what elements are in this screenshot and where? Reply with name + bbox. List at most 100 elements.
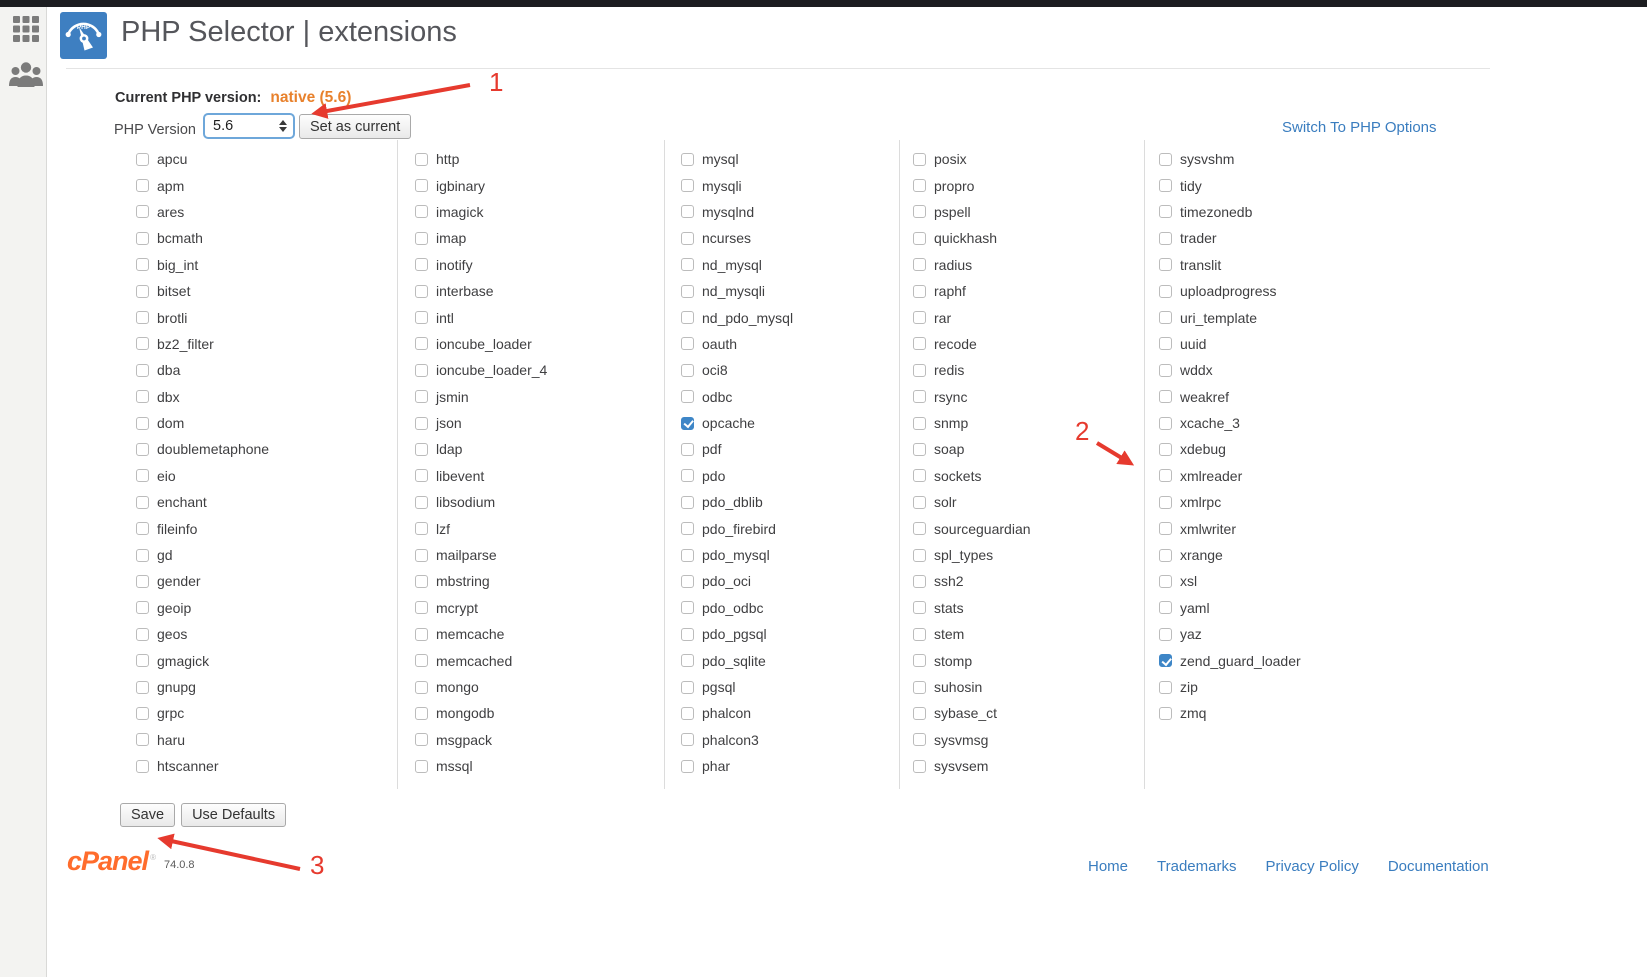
extension-checkbox-pdf[interactable] xyxy=(681,443,694,456)
extension-toggle-zmq[interactable]: zmq xyxy=(1159,705,1206,721)
extension-toggle-pgsql[interactable]: pgsql xyxy=(681,679,735,695)
extension-toggle-gender[interactable]: gender xyxy=(136,573,201,589)
extension-toggle-phar[interactable]: phar xyxy=(681,758,730,774)
extension-toggle-htscanner[interactable]: htscanner xyxy=(136,758,218,774)
extension-checkbox-pdo_firebird[interactable] xyxy=(681,522,694,535)
extension-checkbox-odbc[interactable] xyxy=(681,390,694,403)
extension-toggle-libevent[interactable]: libevent xyxy=(415,468,484,484)
extension-toggle-dom[interactable]: dom xyxy=(136,415,184,431)
footer-link-documentation[interactable]: Documentation xyxy=(1388,858,1489,875)
extension-checkbox-eio[interactable] xyxy=(136,469,149,482)
extension-checkbox-timezonedb[interactable] xyxy=(1159,205,1172,218)
extension-checkbox-stats[interactable] xyxy=(913,601,926,614)
extension-checkbox-weakref[interactable] xyxy=(1159,390,1172,403)
extension-checkbox-xcache_3[interactable] xyxy=(1159,417,1172,430)
extension-checkbox-dba[interactable] xyxy=(136,364,149,377)
extension-toggle-translit[interactable]: translit xyxy=(1159,257,1221,273)
extension-toggle-opcache[interactable]: opcache xyxy=(681,415,755,431)
extension-toggle-enchant[interactable]: enchant xyxy=(136,494,207,510)
extension-checkbox-interbase[interactable] xyxy=(415,285,428,298)
extension-checkbox-fileinfo[interactable] xyxy=(136,522,149,535)
footer-link-home[interactable]: Home xyxy=(1088,858,1128,875)
extension-checkbox-haru[interactable] xyxy=(136,733,149,746)
extension-toggle-intl[interactable]: intl xyxy=(415,310,454,326)
extension-checkbox-mcrypt[interactable] xyxy=(415,601,428,614)
extension-toggle-sybase_ct[interactable]: sybase_ct xyxy=(913,705,997,721)
extension-checkbox-xsl[interactable] xyxy=(1159,575,1172,588)
extension-checkbox-yaz[interactable] xyxy=(1159,628,1172,641)
extension-toggle-uri_template[interactable]: uri_template xyxy=(1159,310,1257,326)
extension-checkbox-quickhash[interactable] xyxy=(913,232,926,245)
extension-checkbox-ssh2[interactable] xyxy=(913,575,926,588)
extension-checkbox-uploadprogress[interactable] xyxy=(1159,285,1172,298)
extension-checkbox-apcu[interactable] xyxy=(136,153,149,166)
extension-toggle-apm[interactable]: apm xyxy=(136,178,184,194)
extension-toggle-solr[interactable]: solr xyxy=(913,494,957,510)
extension-toggle-oci8[interactable]: oci8 xyxy=(681,362,728,378)
extension-checkbox-sysvsem[interactable] xyxy=(913,760,926,773)
extension-checkbox-grpc[interactable] xyxy=(136,707,149,720)
extension-toggle-mysqlnd[interactable]: mysqlnd xyxy=(681,204,754,220)
extension-checkbox-xrange[interactable] xyxy=(1159,549,1172,562)
extension-toggle-mysql[interactable]: mysql xyxy=(681,151,739,167)
extension-toggle-sysvmsg[interactable]: sysvmsg xyxy=(913,732,988,748)
extension-checkbox-mssql[interactable] xyxy=(415,760,428,773)
extension-checkbox-sockets[interactable] xyxy=(913,469,926,482)
extension-toggle-tidy[interactable]: tidy xyxy=(1159,178,1202,194)
extension-toggle-raphf[interactable]: raphf xyxy=(913,283,966,299)
extension-toggle-xmlrpc[interactable]: xmlrpc xyxy=(1159,494,1221,510)
extension-checkbox-nd_pdo_mysql[interactable] xyxy=(681,311,694,324)
extension-checkbox-memcache[interactable] xyxy=(415,628,428,641)
extension-checkbox-phalcon[interactable] xyxy=(681,707,694,720)
extension-checkbox-mongo[interactable] xyxy=(415,681,428,694)
extension-toggle-inotify[interactable]: inotify xyxy=(415,257,473,273)
extension-toggle-yaz[interactable]: yaz xyxy=(1159,626,1202,642)
extension-checkbox-ncurses[interactable] xyxy=(681,232,694,245)
footer-link-privacy-policy[interactable]: Privacy Policy xyxy=(1265,858,1358,875)
extension-checkbox-memcached[interactable] xyxy=(415,654,428,667)
extension-checkbox-rar[interactable] xyxy=(913,311,926,324)
extension-toggle-mbstring[interactable]: mbstring xyxy=(415,573,490,589)
extension-checkbox-trader[interactable] xyxy=(1159,232,1172,245)
extension-toggle-jsmin[interactable]: jsmin xyxy=(415,389,469,405)
extension-checkbox-bcmath[interactable] xyxy=(136,232,149,245)
extension-checkbox-oci8[interactable] xyxy=(681,364,694,377)
extension-toggle-apcu[interactable]: apcu xyxy=(136,151,187,167)
extension-toggle-stem[interactable]: stem xyxy=(913,626,964,642)
extension-checkbox-mbstring[interactable] xyxy=(415,575,428,588)
extension-toggle-xrange[interactable]: xrange xyxy=(1159,547,1223,563)
extension-checkbox-dom[interactable] xyxy=(136,417,149,430)
extension-toggle-sysvshm[interactable]: sysvshm xyxy=(1159,151,1234,167)
extension-checkbox-stomp[interactable] xyxy=(913,654,926,667)
extension-checkbox-pdo_odbc[interactable] xyxy=(681,601,694,614)
extension-toggle-recode[interactable]: recode xyxy=(913,336,977,352)
extension-checkbox-uri_template[interactable] xyxy=(1159,311,1172,324)
extension-checkbox-xdebug[interactable] xyxy=(1159,443,1172,456)
extension-checkbox-libevent[interactable] xyxy=(415,469,428,482)
extension-checkbox-sourceguardian[interactable] xyxy=(913,522,926,535)
extension-toggle-igbinary[interactable]: igbinary xyxy=(415,178,485,194)
extension-toggle-rsync[interactable]: rsync xyxy=(913,389,967,405)
extension-checkbox-stem[interactable] xyxy=(913,628,926,641)
switch-to-php-options-link[interactable]: Switch To PHP Options xyxy=(1282,119,1437,136)
extension-toggle-xdebug[interactable]: xdebug xyxy=(1159,441,1226,457)
extension-toggle-phalcon3[interactable]: phalcon3 xyxy=(681,732,759,748)
extension-checkbox-snmp[interactable] xyxy=(913,417,926,430)
extension-toggle-yaml[interactable]: yaml xyxy=(1159,600,1210,616)
extension-checkbox-xmlreader[interactable] xyxy=(1159,469,1172,482)
extension-checkbox-nd_mysqli[interactable] xyxy=(681,285,694,298)
extension-toggle-msgpack[interactable]: msgpack xyxy=(415,732,492,748)
extension-toggle-interbase[interactable]: interbase xyxy=(415,283,494,299)
extension-toggle-nd_mysqli[interactable]: nd_mysqli xyxy=(681,283,765,299)
extension-toggle-spl_types[interactable]: spl_types xyxy=(913,547,993,563)
extension-toggle-soap[interactable]: soap xyxy=(913,441,964,457)
extension-toggle-pspell[interactable]: pspell xyxy=(913,204,971,220)
extension-checkbox-lzf[interactable] xyxy=(415,522,428,535)
extension-toggle-gmagick[interactable]: gmagick xyxy=(136,653,209,669)
extension-toggle-imap[interactable]: imap xyxy=(415,230,466,246)
extension-checkbox-soap[interactable] xyxy=(913,443,926,456)
extension-checkbox-ldap[interactable] xyxy=(415,443,428,456)
extension-checkbox-radius[interactable] xyxy=(913,258,926,271)
extension-checkbox-sysvshm[interactable] xyxy=(1159,153,1172,166)
extension-checkbox-gnupg[interactable] xyxy=(136,681,149,694)
